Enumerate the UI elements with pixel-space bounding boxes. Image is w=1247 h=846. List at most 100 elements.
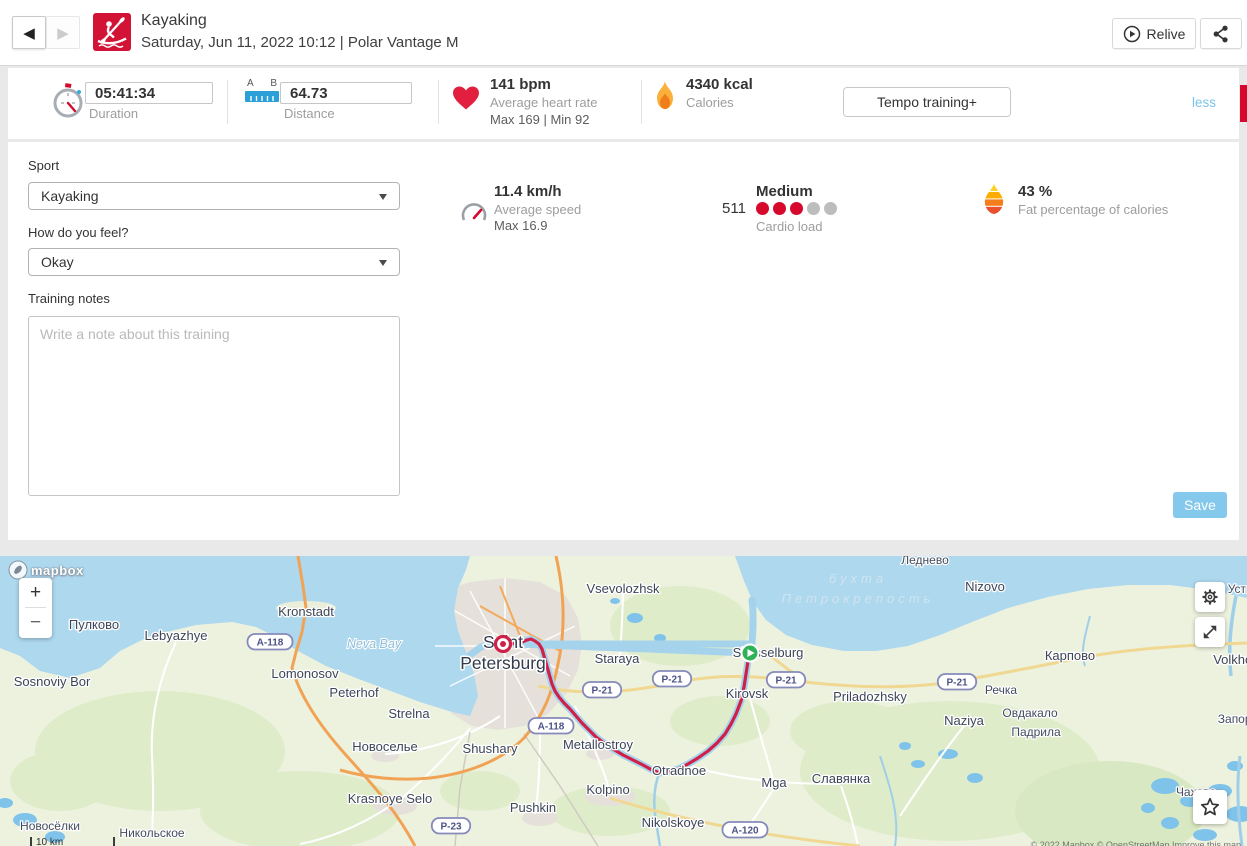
road-shield-label: A-118 [257,638,284,649]
star-icon [1200,797,1220,816]
gear-icon [1202,589,1218,605]
route-end-marker [493,634,513,654]
map-place-label: Овдакало [1002,706,1058,720]
less-link[interactable]: less [1192,95,1216,110]
training-edit-panel: Sport Kayaking How do you feel? Okay Tra… [8,142,1239,540]
map-place-label: Усть [1228,582,1247,596]
map-place-label: Naziya [944,713,985,728]
sport-select[interactable]: Kayaking [28,182,400,210]
map-place-label: Kolpino [586,782,629,797]
map-place-label: Volkhov [1213,652,1247,667]
map-place-label: Lebyazhye [145,628,208,643]
speed-label: Average speed [494,202,582,217]
feel-label: How do you feel? [28,225,129,240]
feel-select-value: Okay [41,254,74,270]
road-shield-label: P-21 [946,678,968,689]
distance-label: Distance [284,106,335,121]
map-place-label: Kirovsk [726,686,769,701]
divider [227,80,228,124]
session-subtitle: Saturday, Jun 11, 2022 10:12 | Polar Van… [141,34,459,51]
map-place-label: Metallostroy [563,737,634,752]
map-attribution[interactable]: © 2022 Mapbox © OpenStreetMap Improve th… [1031,840,1241,846]
map-place-label: Neva Bay [347,637,402,651]
zoom-out-button[interactable]: − [19,608,52,637]
map-place-label: Никольское [119,826,184,840]
relive-button[interactable]: Relive [1112,18,1196,49]
map-fullscreen-button[interactable] [1195,617,1225,647]
map-place-label: Славянка [812,771,871,786]
map-place-label: Петрокрепость [782,591,935,606]
chevron-down-icon [379,260,387,266]
map-canvas[interactable]: A-118 A-118 P-21 P-21 P-21 P-21 P-23 A-120 Пулк… [0,556,1247,846]
cardio-dot-filled [773,202,786,215]
relive-label: Relive [1146,25,1186,42]
road-shield-label: A-118 [538,722,565,733]
map-favorite-button[interactable] [1193,790,1227,824]
save-button[interactable]: Save [1173,492,1227,518]
map-place-label: Nizovo [965,579,1005,594]
share-button[interactable] [1200,18,1242,49]
polar-flow-page: ◀ ▶ Kayaking Saturday, Jun 11, 2022 10:1… [0,0,1247,846]
sport-label: Sport [28,158,60,173]
training-benefit-button[interactable]: Tempo training+ [843,87,1011,117]
map-place-label: бухта [829,571,887,586]
chevron-down-icon [379,194,387,200]
feel-select[interactable]: Okay [28,248,400,276]
map-place-label: Карпово [1045,648,1095,663]
map-place-label: Pushkin [510,800,556,815]
mapbox-wordmark: mapbox [31,562,84,578]
route-start-marker [740,643,760,663]
map-scale-bar: 10 km [30,837,115,846]
zoom-in-button[interactable]: + [19,578,52,607]
forward-arrow-icon: ▶ [57,23,69,42]
cardio-dot-empty [824,202,837,215]
edge-red-tab[interactable] [1240,85,1247,122]
cardio-load-dots [756,202,841,220]
fat-burn-icon [984,184,1004,214]
summary-stats-bar: Duration A B Distance 141 bpm Average he… [8,68,1239,139]
map-place-label: Nikolskoye [642,815,705,830]
marker-b: B [270,78,277,89]
map-place-label: Peterhof [329,685,379,700]
road-shield-label: P-21 [775,676,797,687]
cardio-dot-empty [807,202,820,215]
notes-label: Training notes [28,291,110,306]
heart-icon [453,86,479,110]
page-title: Kayaking [141,12,207,29]
map-place-label: Krasnoye Selo [348,791,433,806]
map-place-label: Lomonosov [271,666,339,681]
kayaking-sport-icon [93,13,131,51]
fat-value: 43 % [1018,183,1053,200]
hr-max-min: Max 169 | Min 92 [490,112,590,127]
map-place-label: Otradnoe [652,763,706,778]
map-place-label: Sosnoviy Bor [14,674,91,689]
play-circle-icon [1123,25,1140,42]
mapbox-logo[interactable]: mapbox [8,560,84,580]
road-shield-label: P-21 [591,686,613,697]
cardio-load-value: 511 [722,200,746,217]
speed-value: 11.4 km/h [494,183,562,200]
expand-arrows-icon [1203,625,1217,639]
duration-input[interactable] [85,82,213,104]
map-place-label: Vsevolozhsk [587,581,660,596]
distance-input[interactable] [280,82,412,104]
duration-label: Duration [89,106,139,121]
map-place-label: Пулково [69,617,119,632]
cardio-load-level: Medium [756,183,813,200]
speed-max: Max 16.9 [494,218,548,233]
training-notes-textarea[interactable] [28,316,400,496]
map-place-label: Mga [761,775,787,790]
back-button[interactable]: ◀ [12,16,46,49]
speed-gauge-icon [461,203,487,221]
map-place-label: Новоселье [352,739,418,754]
forward-button[interactable]: ▶ [46,16,80,49]
map-place-label: Strelna [388,706,430,721]
hr-value: 141 bpm [490,76,551,93]
map-zoom-control: + − [19,578,52,638]
map-place-label: Леднево [901,556,949,567]
map-place-label: Priladozhsky [833,689,907,704]
scale-text: 10 km [36,837,64,846]
map-settings-button[interactable] [1195,582,1225,612]
map-place-label: Падрила [1011,725,1061,739]
map-place-label: Новосёлки [20,819,80,833]
